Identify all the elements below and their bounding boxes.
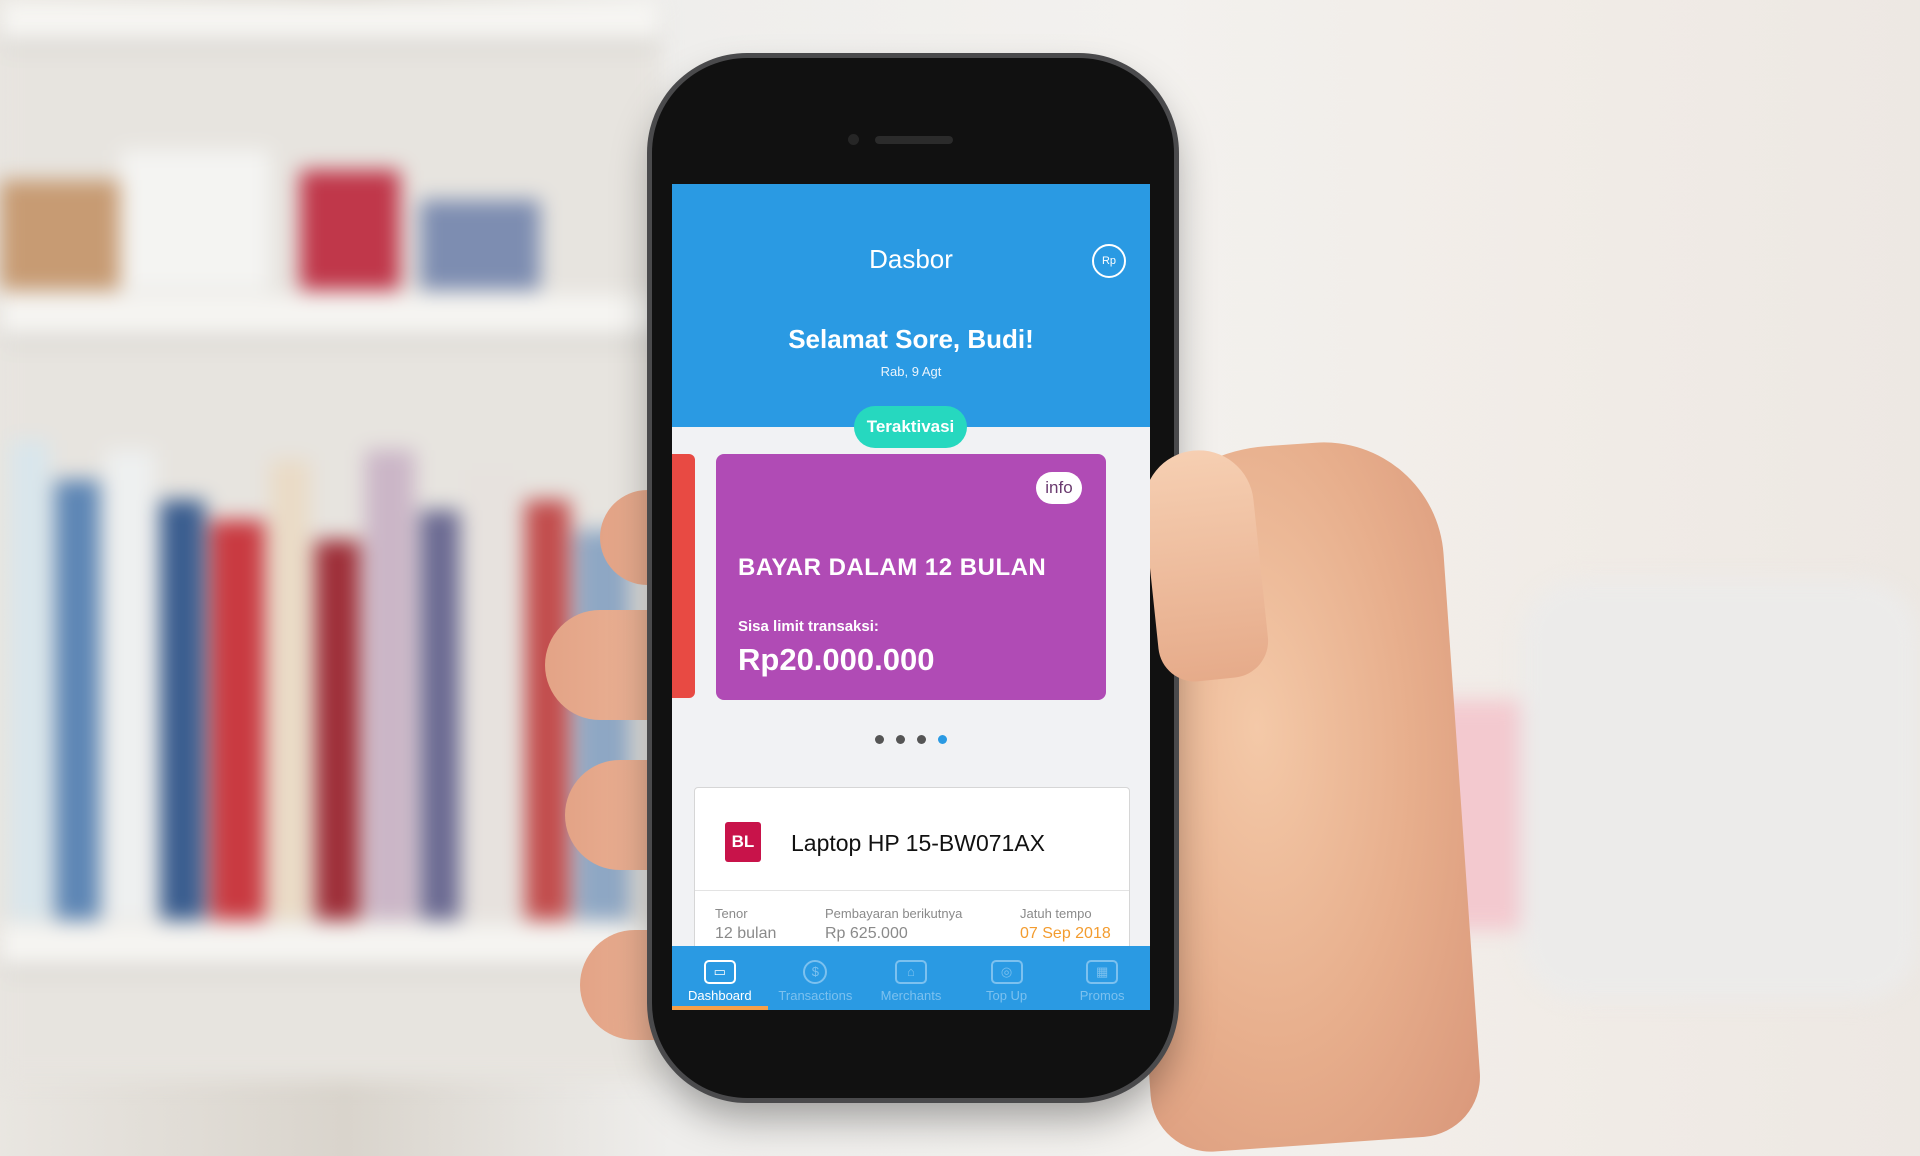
next-payment-column: Pembayaran berikutnya Rp 625.000 bbox=[825, 906, 962, 943]
tab-label: Merchants bbox=[880, 988, 942, 1003]
tab-label: Top Up bbox=[985, 988, 1028, 1003]
page-title: Dasbor bbox=[869, 244, 953, 274]
previous-card-peek[interactable] bbox=[672, 454, 695, 698]
tab-transactions[interactable]: $ Transactions bbox=[768, 946, 864, 1010]
info-button[interactable]: info bbox=[1036, 472, 1082, 504]
tenor-value: 12 bulan bbox=[715, 925, 777, 942]
tab-label: Promos bbox=[1079, 988, 1125, 1003]
due-value: 07 Sep 2018 bbox=[1020, 925, 1111, 942]
tab-label: Transactions bbox=[778, 988, 853, 1003]
tab-dashboard[interactable]: ▭ Dashboard bbox=[672, 946, 768, 1010]
sofa bbox=[1520, 580, 1920, 1000]
next-payment-value: Rp 625.000 bbox=[825, 925, 908, 942]
pager-dot[interactable] bbox=[917, 735, 926, 744]
greeting-text: Selamat Sore, Budi! bbox=[788, 324, 1034, 354]
store-icon: ⌂ bbox=[894, 960, 927, 984]
front-camera bbox=[848, 134, 859, 145]
card-pager bbox=[672, 731, 1150, 749]
earpiece bbox=[875, 136, 953, 144]
limit-label: Sisa limit transaksi: bbox=[738, 618, 879, 635]
dollar-icon: $ bbox=[803, 960, 828, 984]
bottom-tab-bar: ▭ Dashboard $ Transactions ⌂ Merchants ◎… bbox=[672, 946, 1150, 1010]
limit-value: Rp20.000.000 bbox=[738, 642, 935, 677]
shelf-board bbox=[0, 0, 660, 40]
pager-dot[interactable] bbox=[875, 735, 884, 744]
credit-card[interactable]: info BAYAR DALAM 12 BULAN Sisa limit tra… bbox=[716, 454, 1106, 700]
shelf-board bbox=[0, 925, 660, 965]
promo-icon: ▦ bbox=[1086, 960, 1119, 984]
profile-icon[interactable]: Rp bbox=[1092, 244, 1126, 278]
shelf-board bbox=[0, 295, 660, 335]
tenor-label: Tenor bbox=[715, 906, 748, 921]
shelf-row bbox=[0, 400, 640, 920]
pager-dot-active[interactable] bbox=[938, 735, 947, 744]
tab-label: Dashboard bbox=[687, 988, 752, 1003]
date-text: Rab, 9 Agt bbox=[880, 364, 942, 379]
tenor-column: Tenor 12 bulan bbox=[715, 906, 776, 943]
product-name: Laptop HP 15-BW071AX bbox=[791, 830, 1046, 856]
divider bbox=[695, 890, 1129, 891]
tab-promos[interactable]: ▦ Promos bbox=[1054, 946, 1150, 1010]
shelf-row bbox=[0, 120, 640, 290]
due-column: Jatuh tempo 07 Sep 2018 bbox=[1020, 906, 1111, 943]
next-payment-label: Pembayaran berikutnya bbox=[825, 906, 963, 921]
tab-top-up[interactable]: ◎ Top Up bbox=[959, 946, 1055, 1010]
topup-icon: ◎ bbox=[990, 960, 1023, 984]
due-label: Jatuh tempo bbox=[1020, 906, 1092, 921]
app-header: Dasbor Rp Selamat Sore, Budi! Rab, 9 Agt bbox=[672, 184, 1150, 427]
card-icon: ▭ bbox=[703, 960, 736, 984]
card-title: BAYAR DALAM 12 BULAN bbox=[738, 554, 1047, 581]
tab-merchants[interactable]: ⌂ Merchants bbox=[863, 946, 959, 1010]
app-screen: Dasbor Rp Selamat Sore, Budi! Rab, 9 Agt… bbox=[672, 184, 1150, 1010]
pager-dot[interactable] bbox=[896, 735, 905, 744]
merchant-logo: BL bbox=[725, 822, 761, 862]
status-badge: Teraktivasi bbox=[854, 406, 967, 448]
